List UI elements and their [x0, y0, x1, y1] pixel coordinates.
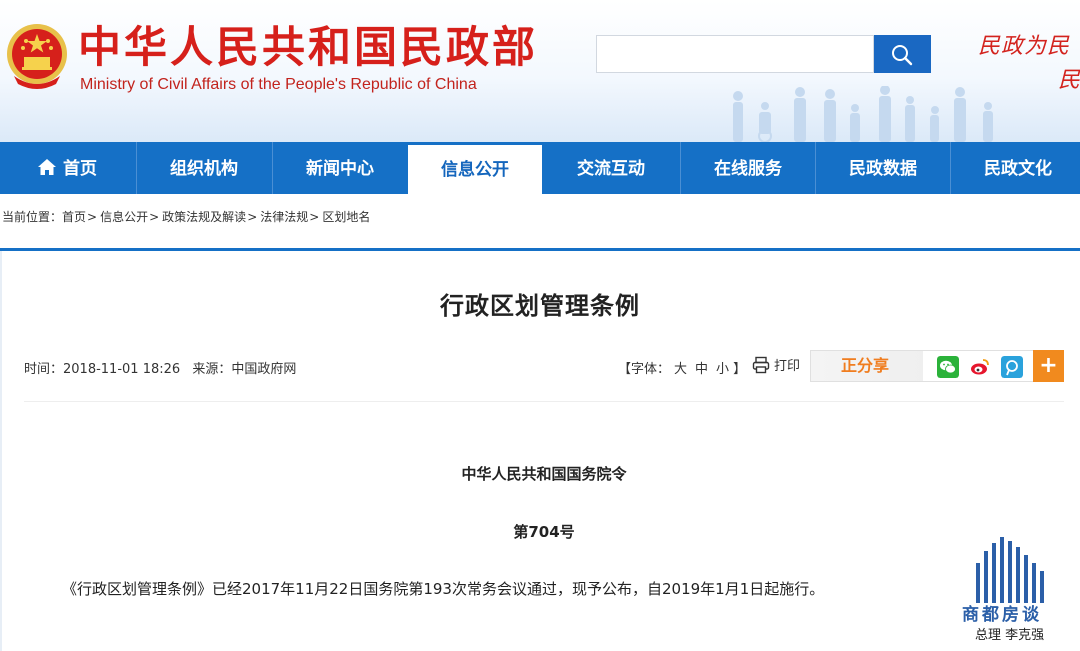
meta-time: 2018-11-01 18:26: [63, 362, 181, 377]
search-input[interactable]: [596, 35, 874, 73]
share-label: 正分享: [841, 356, 890, 375]
meta-source: 中国政府网: [231, 362, 297, 377]
content-top-border: [0, 248, 1080, 251]
nav-item-culture[interactable]: 民政文化: [950, 142, 1080, 194]
font-size-open: 【字体：: [618, 362, 671, 377]
slogan: 民政为民: [978, 34, 1071, 59]
breadcrumb-home[interactable]: 首页: [62, 210, 86, 224]
breadcrumb: 当前位置：首页> 信息公开> 政策法规及解读> 法律法规> 区划地名: [2, 208, 370, 225]
share-bar: 正分享 +: [810, 350, 1064, 382]
tencent-weibo-icon[interactable]: [1001, 356, 1023, 378]
breadcrumb-separator: >: [87, 210, 98, 224]
nav-item-home[interactable]: 首页: [0, 142, 134, 194]
share-more-button[interactable]: +: [1033, 350, 1064, 382]
order-number: 第704号: [513, 523, 575, 541]
home-icon: [38, 159, 56, 175]
font-size-close: 】: [733, 362, 747, 377]
weibo-icon[interactable]: [969, 356, 991, 378]
meta-source-label: 来源：: [192, 362, 232, 377]
meta-divider: [24, 401, 1064, 402]
site-header: 中华人民共和国民政部 Ministry of Civil Affairs of …: [0, 0, 1080, 142]
nav-item-online-service[interactable]: 在线服务: [680, 142, 815, 194]
meta-time-label: 时间：: [24, 362, 64, 377]
breadcrumb-prefix: 当前位置：: [2, 210, 63, 224]
nav-item-interaction[interactable]: 交流互动: [544, 142, 678, 194]
print-label: 打印: [774, 359, 801, 374]
nav-item-data[interactable]: 民政数据: [815, 142, 950, 194]
printer-icon: [752, 356, 770, 374]
font-size-large[interactable]: 大: [674, 362, 687, 377]
watermark-subtitle: 总理 李克强: [975, 628, 1045, 643]
article-body-paragraph: 《行政区划管理条例》已经2017年11月22日国务院第193次常务会议通过，现予…: [62, 580, 825, 598]
national-emblem-icon: [7, 24, 67, 89]
nav-item-organization[interactable]: 组织机构: [136, 142, 271, 194]
main-navigation: 首页 组织机构 新闻中心 信息公开 交流互动 在线服务 民政数据 民政文化: [0, 142, 1080, 194]
slogan-line2: 民: [1058, 68, 1080, 93]
breadcrumb-policy[interactable]: 政策法规及解读: [162, 210, 246, 224]
nav-item-news[interactable]: 新闻中心: [272, 142, 407, 194]
people-silhouette-banner: [733, 86, 993, 142]
nav-item-info-disclosure[interactable]: 信息公开: [408, 142, 542, 194]
site-subtitle-english: Ministry of Civil Affairs of the People'…: [80, 76, 477, 93]
breadcrumb-district-names[interactable]: 区划地名: [322, 210, 370, 224]
nav-label: 首页: [63, 159, 97, 179]
font-size-controls: 【字体：大中小】: [618, 358, 746, 377]
breadcrumb-laws[interactable]: 法律法规: [260, 210, 308, 224]
breadcrumb-separator: >: [309, 210, 320, 224]
watermark-name: 商都房谈: [962, 605, 1042, 625]
font-size-medium[interactable]: 中: [695, 362, 708, 377]
search-button[interactable]: [874, 35, 931, 73]
breadcrumb-separator: >: [149, 210, 160, 224]
breadcrumb-separator: >: [247, 210, 258, 224]
share-icons: [923, 351, 1035, 381]
font-size-small[interactable]: 小: [716, 362, 729, 377]
search-icon: [892, 45, 913, 66]
article-title: 行政区划管理条例: [440, 292, 640, 320]
wechat-icon[interactable]: [937, 356, 959, 378]
order-title: 中华人民共和国国务院令: [461, 465, 627, 483]
print-button[interactable]: 打印: [752, 355, 800, 374]
breadcrumb-info-disclosure[interactable]: 信息公开: [100, 210, 148, 224]
article-meta: 时间：2018-11-01 18:26 来源：中国政府网: [24, 358, 296, 377]
site-title[interactable]: 中华人民共和国民政部: [78, 22, 538, 74]
